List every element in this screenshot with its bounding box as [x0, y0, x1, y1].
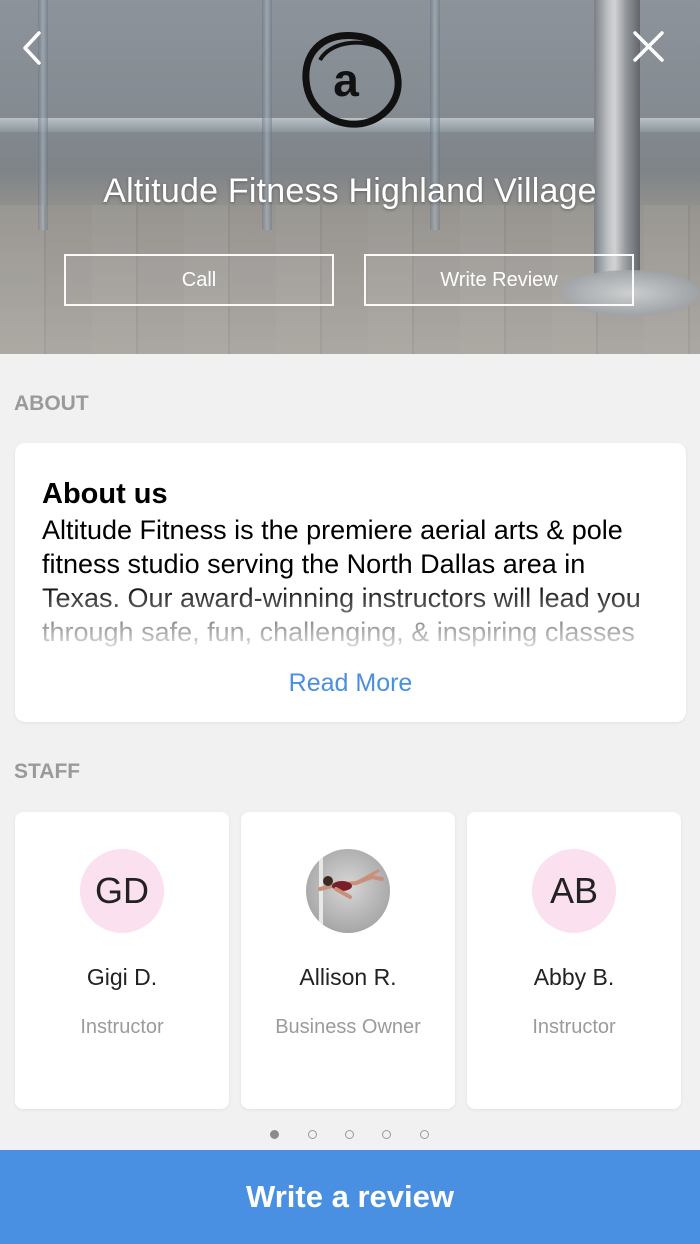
staff-role: Instructor	[532, 1016, 616, 1038]
write-a-review-button[interactable]: Write a review	[0, 1150, 700, 1244]
read-more-link[interactable]: Read More	[15, 669, 686, 698]
pagination-dot[interactable]	[382, 1130, 391, 1139]
pagination-dot[interactable]	[345, 1130, 354, 1139]
avatar: GD	[80, 849, 164, 933]
pole-dancer-photo	[318, 849, 384, 933]
about-title: About us	[42, 478, 168, 510]
staff-name: Gigi D.	[86, 964, 158, 990]
studio-logo: a	[302, 31, 402, 128]
logo-letter: a	[333, 54, 359, 106]
staff-card[interactable]: AB Abby B. Instructor	[467, 812, 681, 1109]
staff-name: Allison R.	[299, 964, 397, 990]
call-button[interactable]: Call	[64, 254, 334, 306]
pagination-dot[interactable]	[308, 1130, 317, 1139]
studio-title: Altitude Fitness Highland Village	[103, 172, 597, 210]
about-fade-overlay	[35, 583, 675, 659]
pagination-dot-active[interactable]	[270, 1130, 279, 1139]
pagination-dot[interactable]	[420, 1130, 429, 1139]
back-button[interactable]	[14, 28, 54, 68]
avatar-photo	[306, 849, 390, 933]
staff-card[interactable]: GD Gigi D. Instructor	[15, 812, 229, 1109]
staff-card[interactable]: Allison R. Business Owner	[241, 812, 455, 1109]
staff-role: Business Owner	[275, 1016, 421, 1038]
staff-role: Instructor	[80, 1016, 164, 1038]
about-section-label: ABOUT	[14, 392, 89, 415]
close-icon	[633, 31, 664, 62]
staff-section-label: STAFF	[14, 760, 81, 783]
about-card: About us Altitude Fitness is the premier…	[15, 443, 686, 722]
avatar: AB	[532, 849, 616, 933]
hero-banner: a Altitude Fitness Highland Village Call…	[0, 0, 700, 354]
chevron-left-icon	[23, 31, 41, 65]
write-review-header-button[interactable]: Write Review	[364, 254, 634, 306]
staff-pagination	[268, 1130, 438, 1142]
close-button[interactable]	[628, 28, 668, 68]
staff-name: Abby B.	[533, 964, 615, 990]
